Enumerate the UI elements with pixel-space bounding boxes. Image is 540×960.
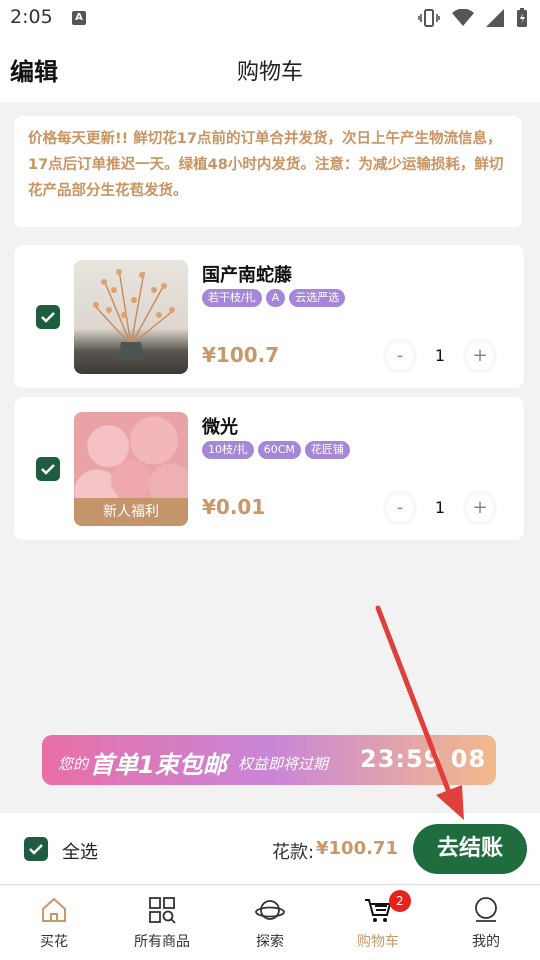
select-all-checkbox[interactable] (24, 837, 48, 861)
cart-item: 新人福利 微光 10枝/扎 60CM 花匠铺 ¥0.01 - 1 + (14, 397, 524, 540)
product-tag: 10枝/扎 (202, 441, 254, 459)
decrease-button[interactable]: - (386, 341, 414, 371)
product-price: ¥100.7 (202, 343, 280, 367)
tab-buy-flowers[interactable]: 买花 (0, 885, 108, 960)
promo-headline: 首单1束包邮 (90, 751, 227, 779)
cart-count-badge: 2 (388, 890, 411, 912)
shipping-notice: 价格每天更新!! 鲜切花17点前的订单合并发货，次日上午产生物流信息，17点后订… (14, 116, 522, 227)
tab-all-products[interactable]: 所有商品 (108, 885, 216, 960)
user-icon (475, 897, 497, 922)
product-tag: A (265, 289, 286, 307)
planet-icon (255, 900, 285, 920)
increase-button[interactable]: + (466, 341, 494, 371)
total-value: ¥100.71 (316, 838, 398, 859)
tab-label: 购物车 (357, 934, 399, 950)
check-icon (29, 844, 43, 855)
product-tag: 60CM (257, 441, 301, 459)
product-tag: 若干枝/扎 (202, 289, 262, 307)
status-icons (418, 8, 528, 28)
promo-prefix: 您的 (58, 755, 89, 773)
increase-button[interactable]: + (466, 493, 494, 523)
signal-icon (486, 9, 504, 27)
item-checkbox[interactable] (36, 457, 60, 481)
quantity-stepper: - 1 + (386, 341, 494, 371)
tab-label: 我的 (472, 934, 500, 950)
item-checkbox[interactable] (36, 305, 60, 329)
tab-cart[interactable]: 2 购物车 (324, 885, 432, 960)
total-label: 花款: (272, 842, 315, 863)
product-name[interactable]: 微光 (202, 413, 238, 439)
branch-vase-icon (93, 269, 175, 360)
quantity-value[interactable]: 1 (414, 341, 466, 371)
status-bar: 2:05 A (0, 0, 540, 36)
product-name[interactable]: 国产南蛇藤 (202, 261, 292, 287)
tab-label: 探索 (256, 934, 284, 950)
tab-mine[interactable]: 我的 (432, 885, 540, 960)
promo-suffix: 权益即将过期 (238, 755, 329, 773)
quantity-stepper: - 1 + (386, 493, 494, 523)
promo-banner[interactable]: 您的 首单1束包邮 权益即将过期 23:59 08 (42, 735, 496, 785)
product-image[interactable]: 新人福利 (74, 412, 188, 526)
tab-label: 所有商品 (134, 934, 190, 950)
check-icon (41, 312, 55, 323)
home-icon (42, 897, 66, 922)
tab-label: 买花 (40, 934, 68, 950)
product-tag: 云选严选 (289, 289, 346, 307)
product-price: ¥0.01 (202, 495, 266, 519)
quantity-value[interactable]: 1 (414, 493, 466, 523)
promo-countdown: 23:59 08 (360, 745, 487, 773)
notification-a-icon: A (72, 11, 86, 25)
checkout-bar: 全选 花款: ¥100.71 去结账 (0, 813, 540, 885)
page-title: 购物车 (236, 60, 303, 85)
status-time: 2:05 (10, 6, 53, 28)
page-header: 编辑 购物车 (0, 36, 540, 102)
battery-icon (517, 8, 527, 27)
product-tags: 10枝/扎 60CM 花匠铺 (202, 441, 350, 459)
vibrate-icon (418, 9, 440, 27)
decrease-button[interactable]: - (386, 493, 414, 523)
product-tags: 若干枝/扎 A 云选严选 (202, 289, 346, 307)
grid-search-icon (149, 897, 176, 924)
select-all-label[interactable]: 全选 (62, 838, 98, 864)
check-icon (41, 464, 55, 475)
product-image[interactable] (74, 260, 188, 374)
checkout-button[interactable]: 去结账 (413, 824, 527, 874)
tab-explore[interactable]: 探索 (216, 885, 324, 960)
product-tag: 花匠铺 (304, 441, 350, 459)
new-user-banner: 新人福利 (74, 498, 188, 526)
bottom-tabbar: 买花 所有商品 探索 2 购物车 我的 (0, 885, 540, 960)
cart-item: 国产南蛇藤 若干枝/扎 A 云选严选 ¥100.7 - 1 + (14, 245, 524, 388)
wifi-icon (452, 9, 474, 26)
